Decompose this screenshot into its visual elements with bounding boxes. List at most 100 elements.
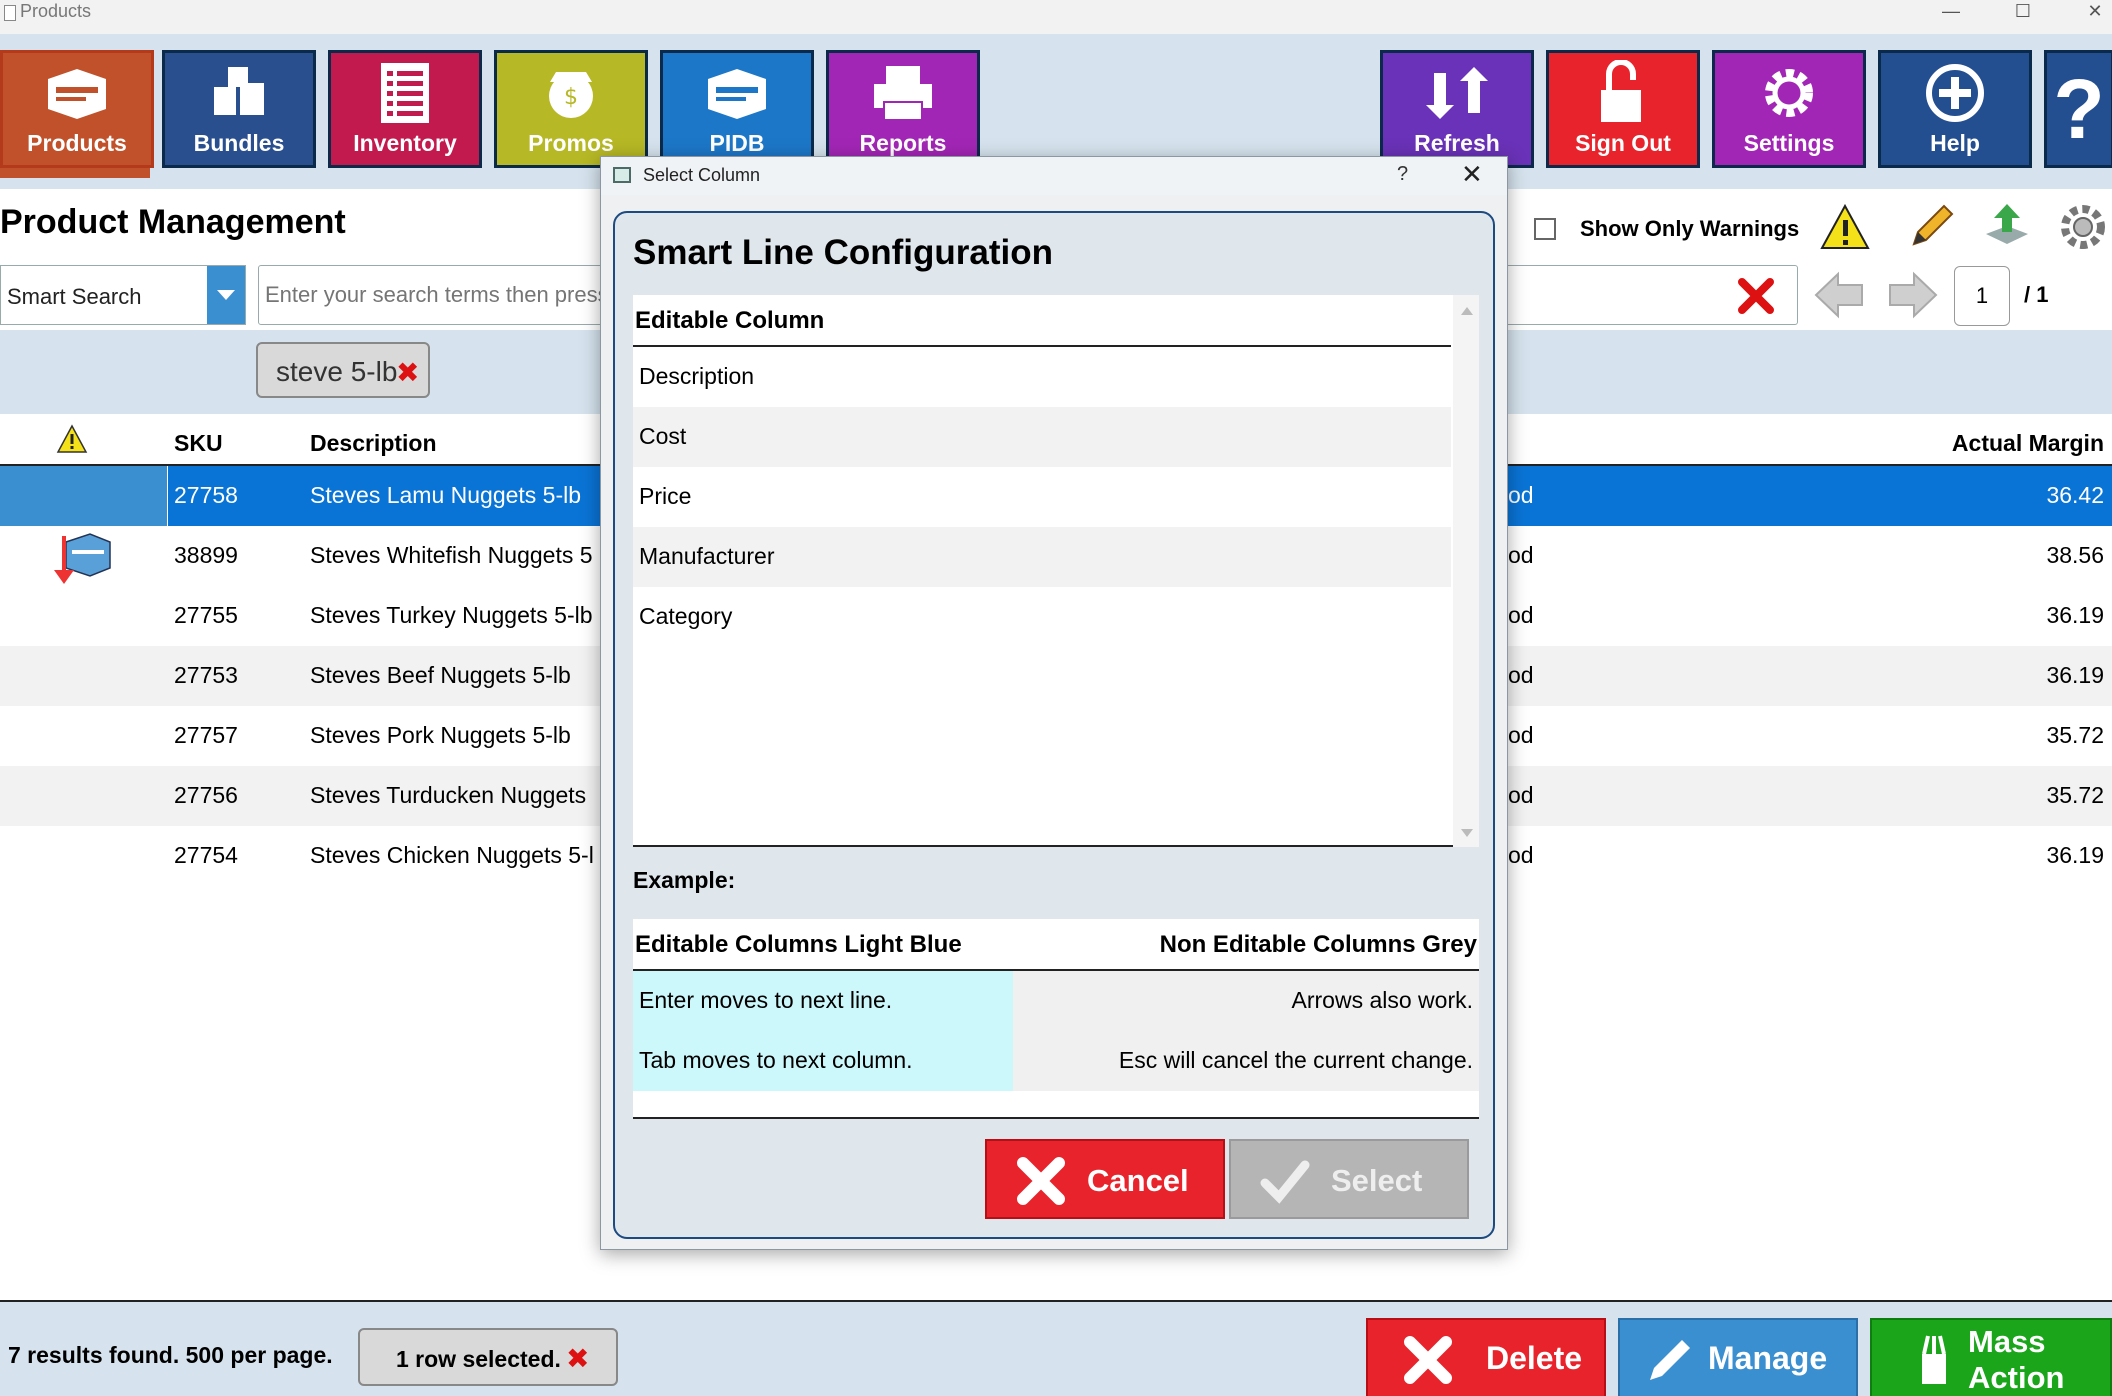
- description-cell: Steves Chicken Nuggets 5-l: [310, 842, 594, 868]
- row-selected-chip[interactable]: 1 row selected. ✖: [358, 1328, 618, 1386]
- printer-icon: [829, 61, 977, 125]
- chevron-down-icon[interactable]: [207, 266, 245, 324]
- manage-label: Manage: [1708, 1340, 1828, 1376]
- grid-settings-gear-icon[interactable]: [2056, 200, 2110, 254]
- tab-reports[interactable]: Reports: [826, 50, 980, 168]
- scroll-down-icon[interactable]: [1461, 829, 1473, 837]
- results-count: 7 results found. 500 per page.: [8, 1342, 333, 1368]
- list-item[interactable]: Category: [633, 587, 1451, 647]
- description-cell: Steves Whitefish Nuggets 5: [310, 542, 593, 568]
- sign-out-button[interactable]: Sign Out: [1546, 50, 1700, 168]
- inventory-list-icon: [331, 61, 479, 125]
- description-cell: Steves Pork Nuggets 5-lb: [310, 722, 571, 748]
- tab-pidb[interactable]: PIDB: [660, 50, 814, 168]
- description-cell: Steves Turducken Nuggets: [310, 782, 587, 808]
- search-input[interactable]: [265, 282, 605, 308]
- pencil-icon: [1650, 1340, 1690, 1380]
- dialog-titlebar: Select Column ? ✕: [601, 157, 1507, 195]
- page-number-input[interactable]: 1: [1954, 266, 2010, 326]
- dialog-window-icon: [613, 167, 631, 183]
- about-button[interactable]: ?: [2044, 50, 2112, 168]
- page-total: / 1: [2024, 282, 2049, 307]
- select-button[interactable]: Select: [1229, 1139, 1469, 1219]
- search-mode-value: Smart Search: [7, 284, 142, 309]
- description-cell: Steves Beef Nuggets 5-lb: [310, 662, 571, 688]
- dialog-heading: Smart Line Configuration: [633, 233, 1053, 272]
- cancel-button[interactable]: Cancel: [985, 1139, 1225, 1219]
- margin-cell: 36.19: [2046, 842, 2104, 868]
- remove-filter-icon[interactable]: ✖: [396, 356, 419, 389]
- settings-button[interactable]: Settings: [1712, 50, 1866, 168]
- help-label: Help: [1930, 130, 1980, 156]
- filter-chip-text: steve 5-lb: [276, 356, 398, 387]
- refresh-button[interactable]: Refresh: [1380, 50, 1534, 168]
- sku-cell: 27755: [174, 602, 238, 628]
- margin-cell: 36.19: [2046, 662, 2104, 688]
- editable-column-list: Editable Column Description Cost Price M…: [633, 295, 1479, 847]
- tab-bundles[interactable]: Bundles: [162, 50, 316, 168]
- maximize-button[interactable]: ☐: [1998, 0, 2048, 24]
- example-left-header: Editable Columns Light Blue: [635, 931, 962, 958]
- example-right-header: Non Editable Columns Grey: [1159, 931, 1477, 958]
- clear-selection-icon[interactable]: ✖: [566, 1342, 589, 1375]
- tab-promos-label: Promos: [528, 130, 614, 156]
- dialog-title: Select Column: [643, 165, 761, 185]
- sku-cell: 38899: [174, 542, 238, 568]
- tab-inventory[interactable]: Inventory: [328, 50, 482, 168]
- products-icon: [3, 61, 151, 125]
- list-item[interactable]: Description: [633, 347, 1451, 407]
- prev-page-arrow-icon[interactable]: [1812, 270, 1866, 320]
- delete-button[interactable]: Delete: [1366, 1318, 1606, 1396]
- tab-products[interactable]: Products: [0, 50, 154, 168]
- example-label: Example:: [633, 867, 736, 893]
- minimize-button[interactable]: —: [1926, 0, 1976, 24]
- list-scrollbar[interactable]: [1453, 295, 1479, 847]
- tab-reports-label: Reports: [859, 130, 947, 156]
- dialog-close-button[interactable]: ✕: [1461, 159, 1483, 190]
- mass-action-button[interactable]: Mass Action: [1870, 1318, 2112, 1396]
- tab-pidb-label: PIDB: [709, 130, 765, 156]
- partial-cell: od: [1508, 782, 1534, 808]
- search-mode-select[interactable]: Smart Search: [0, 265, 246, 325]
- warning-column-icon[interactable]: [56, 424, 88, 459]
- tab-promos[interactable]: $ Promos: [494, 50, 648, 168]
- row-selected-text: 1 row selected.: [396, 1346, 561, 1372]
- partial-cell: od: [1508, 842, 1534, 868]
- column-header-actual-margin[interactable]: Actual Margin: [1952, 430, 2104, 457]
- edit-pencil-icon[interactable]: [1904, 200, 1958, 254]
- column-header-sku[interactable]: SKU: [174, 430, 223, 457]
- refresh-icon: [1383, 61, 1531, 125]
- help-button[interactable]: Help: [1878, 50, 2032, 168]
- sku-cell: 27753: [174, 662, 238, 688]
- mass-action-label: Mass Action: [1968, 1324, 2065, 1395]
- sku-cell: 27757: [174, 722, 238, 748]
- column-header-description[interactable]: Description: [310, 430, 437, 457]
- description-cell: Steves Turkey Nuggets 5-lb: [310, 602, 593, 628]
- show-warnings-checkbox[interactable]: [1534, 218, 1556, 240]
- cancel-x-icon: [1017, 1157, 1065, 1205]
- delete-x-icon: [1404, 1336, 1452, 1384]
- upload-icon[interactable]: [1980, 200, 2034, 254]
- example-table: Editable Columns Light Blue Non Editable…: [633, 919, 1479, 1119]
- margin-cell: 36.19: [2046, 602, 2104, 628]
- dialog-content-panel: Smart Line Configuration Editable Column…: [613, 211, 1495, 1239]
- example-editable-cell: Enter moves to next line.: [633, 971, 1013, 1031]
- filter-chip[interactable]: steve 5-lb ✖: [256, 342, 430, 398]
- list-item[interactable]: Price: [633, 467, 1451, 527]
- select-label: Select: [1331, 1163, 1423, 1198]
- list-item[interactable]: Manufacturer: [633, 527, 1451, 587]
- dialog-help-button[interactable]: ?: [1397, 163, 1408, 186]
- padlock-open-icon: [1549, 60, 1697, 125]
- status-footer: 7 results found. 500 per page. 1 row sel…: [0, 1300, 2112, 1396]
- next-page-arrow-icon[interactable]: [1886, 270, 1940, 320]
- partial-cell: od: [1508, 722, 1534, 748]
- row-indicator-cell: [0, 466, 168, 526]
- close-window-button[interactable]: ✕: [2070, 0, 2112, 24]
- clear-search-icon[interactable]: [1736, 276, 1776, 316]
- manage-button[interactable]: Manage: [1618, 1318, 1858, 1396]
- list-item[interactable]: Cost: [633, 407, 1451, 467]
- brush-icon: [1922, 1335, 1946, 1384]
- scroll-up-icon[interactable]: [1461, 307, 1473, 315]
- app-icon: [4, 5, 16, 21]
- warning-icon[interactable]: [1818, 200, 1872, 254]
